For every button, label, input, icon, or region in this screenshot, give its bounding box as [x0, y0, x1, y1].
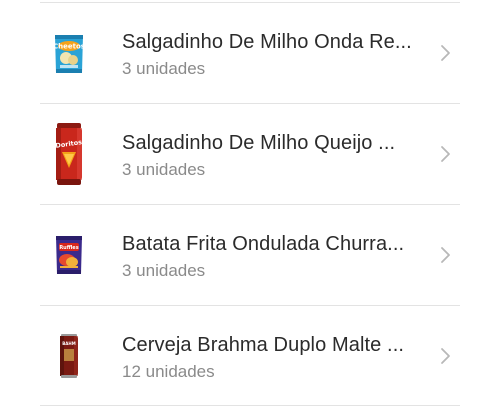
chevron-right-icon[interactable] [438, 244, 454, 266]
item-quantity: 12 unidades [122, 362, 215, 381]
list-divider [40, 405, 460, 406]
item-title: Batata Frita Ondulada Churra... [122, 233, 405, 255]
item-quantity: 3 unidades [122, 59, 206, 78]
doritos-canister-icon: Doritos [46, 119, 92, 189]
chevron-right-icon[interactable] [438, 143, 454, 165]
item-title: Salgadinho De Milho Queijo ... [122, 132, 396, 154]
item-title: Cerveja Brahma Duplo Malte ... [122, 334, 405, 356]
ruffles-bag-icon: Ruffles [46, 220, 92, 290]
svg-text:Ruffles: Ruffles [59, 245, 78, 251]
brahma-can-icon: BAHM [46, 321, 92, 391]
chevron-right-icon[interactable] [438, 345, 454, 367]
svg-text:Cheetos: Cheetos [53, 43, 85, 51]
chevron-right-icon[interactable] [438, 42, 454, 64]
order-items-list: Cheetos Salgadinho De Milho Onda Re... 3… [0, 0, 500, 412]
list-item[interactable]: Cheetos Salgadinho De Milho Onda Re... 3… [0, 3, 500, 103]
list-item[interactable]: Doritos Salgadinho De Milho Queijo ... 3… [0, 104, 500, 204]
item-quantity: 3 unidades [122, 261, 206, 280]
cheetos-bag-icon: Cheetos [46, 19, 92, 89]
list-item[interactable]: Ruffles Batata Frita Ondulada Churra... … [0, 205, 500, 305]
svg-text:BAHM: BAHM [62, 341, 75, 346]
item-quantity: 3 unidades [122, 160, 206, 179]
list-item[interactable]: BAHM Cerveja Brahma Duplo Malte ... 12 u… [0, 306, 500, 406]
item-title: Salgadinho De Milho Onda Re... [122, 31, 412, 53]
